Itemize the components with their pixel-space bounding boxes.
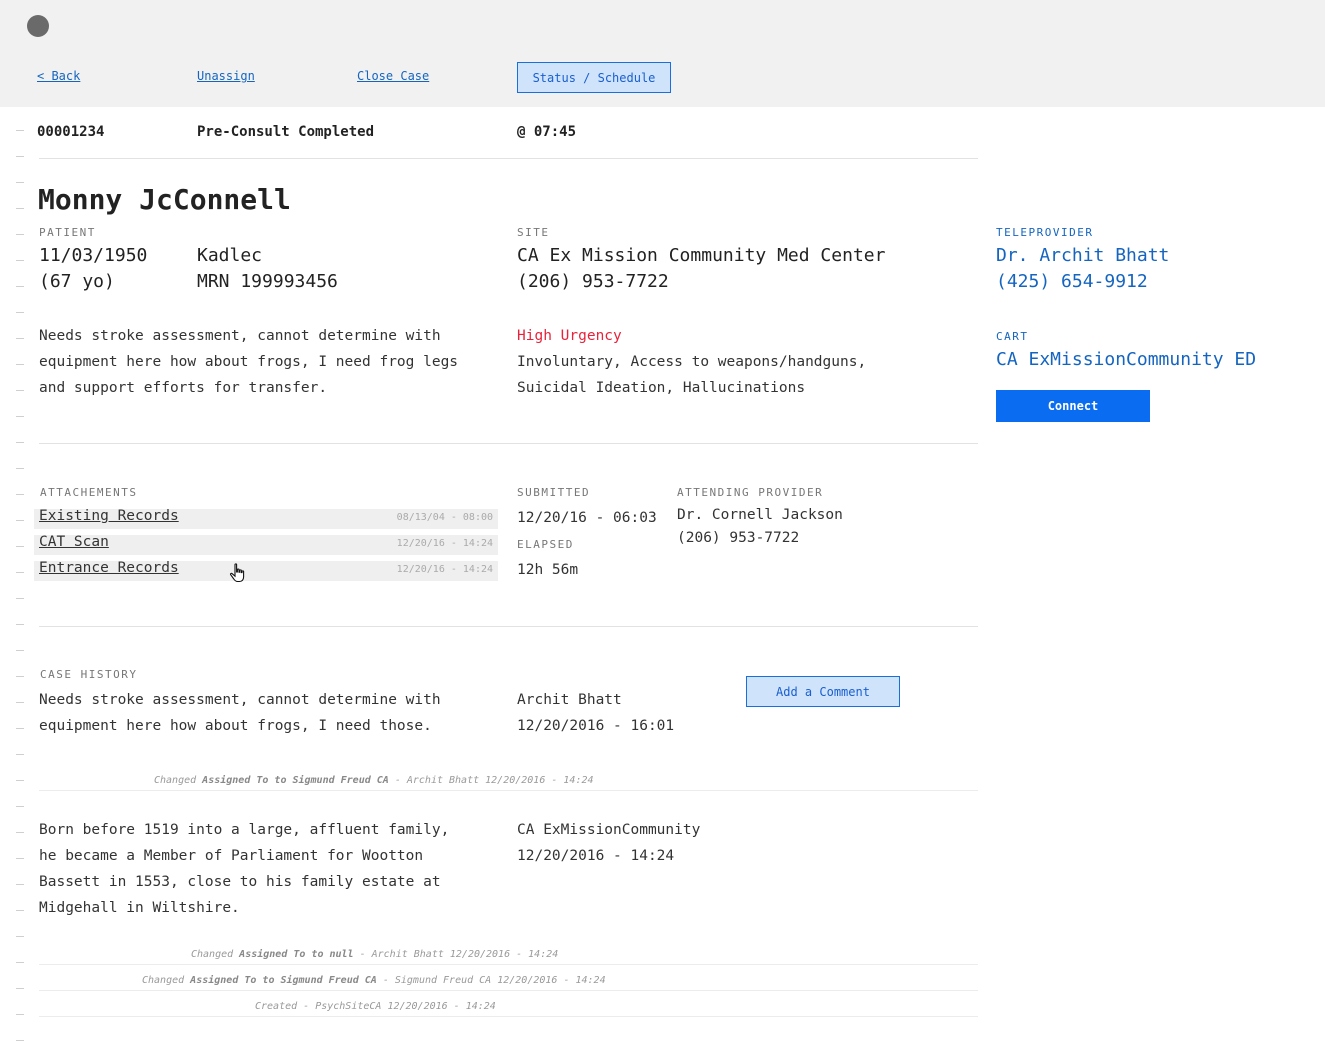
divider: [39, 964, 978, 965]
divider: [39, 158, 978, 159]
line-gutter: [16, 130, 24, 1045]
attachment-row[interactable]: Entrance Records 12/20/16 - 14:24: [34, 560, 498, 581]
divider: [39, 443, 978, 444]
comment-time: 12/20/2016 - 16:01: [517, 718, 675, 734]
divider: [39, 1016, 978, 1017]
site-label: SITE: [517, 226, 550, 239]
connect-button[interactable]: Connect: [996, 390, 1150, 422]
history-change-note: Changed Assigned To to Sigmund Freud CA …: [142, 975, 606, 986]
attachment-link[interactable]: Existing Records: [39, 508, 179, 524]
case-id: 00001234: [37, 124, 105, 140]
comment-time: 12/20/2016 - 14:24: [517, 848, 675, 864]
history-change-note: Changed Assigned To to Sigmund Freud CA …: [154, 775, 594, 786]
patient-dob: 11/03/1950: [39, 245, 148, 266]
unassign-link[interactable]: Unassign: [197, 69, 255, 83]
cart-label: CART: [996, 330, 1029, 343]
back-link[interactable]: < Back: [37, 69, 80, 83]
teleprovider-name: Dr. Archit Bhatt: [996, 245, 1170, 266]
attachment-date: 12/20/16 - 14:24: [396, 564, 493, 575]
patient-note: Needs stroke assessment, cannot determin…: [39, 328, 459, 396]
site-phone: (206) 953-7722: [517, 271, 669, 292]
urgency-badge: High Urgency: [517, 328, 622, 344]
status-schedule-button[interactable]: Status / Schedule: [517, 62, 671, 93]
cart-name: CA ExMissionCommunity ED: [996, 349, 1257, 370]
attending-phone: (206) 953-7722: [677, 530, 800, 546]
teleprovider-label: TELEPROVIDER: [996, 226, 1094, 239]
elapsed-value: 12h 56m: [517, 562, 579, 578]
comment-text: Born before 1519 into a large, affluent …: [39, 822, 450, 916]
attachment-date: 08/13/04 - 08:00: [396, 512, 493, 523]
hand-cursor-icon: [229, 563, 245, 583]
patient-name: Monny JcConnell: [38, 183, 291, 216]
divider: [39, 990, 978, 991]
elapsed-label: ELAPSED: [517, 538, 574, 551]
attending-label: ATTENDING PROVIDER: [677, 486, 824, 499]
patient-age: (67 yo): [39, 271, 115, 292]
risk-flags: Involuntary, Access to weapons/handguns,…: [517, 354, 867, 396]
divider: [39, 626, 978, 627]
submitted-value: 12/20/16 - 06:03: [517, 510, 657, 526]
attachment-link[interactable]: CAT Scan: [39, 534, 109, 550]
add-comment-button[interactable]: Add a Comment: [746, 676, 900, 707]
comment-text: Needs stroke assessment, cannot determin…: [39, 692, 441, 734]
submitted-label: SUBMITTED: [517, 486, 591, 499]
attachment-row[interactable]: CAT Scan 12/20/16 - 14:24: [34, 534, 498, 555]
case-time: @ 07:45: [517, 124, 577, 140]
site-name: CA Ex Mission Community Med Center: [517, 245, 886, 266]
attachments-label: ATTACHEMENTS: [40, 486, 138, 499]
history-change-note: Changed Assigned To to null - Archit Bha…: [191, 949, 559, 960]
comment-author: Archit Bhatt: [517, 692, 622, 708]
comment-author: CA ExMissionCommunity: [517, 822, 701, 838]
patient-mrn: MRN 199993456: [197, 271, 338, 292]
attachment-row[interactable]: Existing Records 08/13/04 - 08:00: [34, 508, 498, 529]
history-created-note: Created - PsychSiteCA 12/20/2016 - 14:24: [255, 1001, 496, 1012]
case-history-label: CASE HISTORY: [40, 668, 138, 681]
status-dot-icon: [27, 15, 49, 37]
patient-label: PATIENT: [39, 226, 96, 239]
patient-facility: Kadlec: [197, 245, 263, 266]
case-status: Pre-Consult Completed: [197, 124, 375, 140]
attachment-link[interactable]: Entrance Records: [39, 560, 179, 576]
teleprovider-phone: (425) 654-9912: [996, 271, 1148, 292]
close-case-link[interactable]: Close Case: [357, 69, 429, 83]
attachment-date: 12/20/16 - 14:24: [396, 538, 493, 549]
divider: [39, 790, 978, 791]
attending-name: Dr. Cornell Jackson: [677, 507, 843, 523]
